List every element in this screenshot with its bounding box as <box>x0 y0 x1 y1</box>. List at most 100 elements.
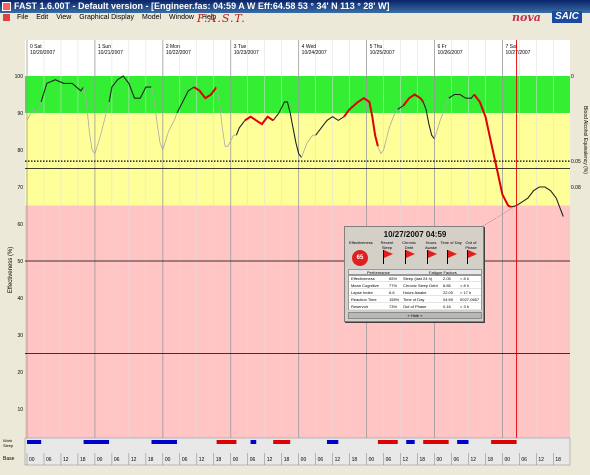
row-extra: < 3 h <box>460 304 470 309</box>
x-tick-label: 12 <box>199 457 205 463</box>
x-tick-label: 06 <box>114 457 120 463</box>
row-name: Reaction Time <box>351 297 377 302</box>
effectiveness-chart[interactable]: 0 Sat10/20/20071 Sun10/21/20072 Mon10/22… <box>0 24 590 475</box>
x-tick-label: 18 <box>284 457 290 463</box>
flag-icon <box>467 250 477 264</box>
y-tick-label: 70 <box>17 185 23 191</box>
x-tick-label: 00 <box>437 457 443 463</box>
table-row: Reaction Time 155% Time of Day 04:59 002… <box>349 297 481 303</box>
x-tick-label: 00 <box>97 457 103 463</box>
y2-tick-label: 0 <box>571 74 574 80</box>
menu-model[interactable]: Model <box>139 13 164 23</box>
x-tick-label: 18 <box>352 457 358 463</box>
sleep-bar <box>216 440 237 444</box>
x-tick-label: 18 <box>148 457 154 463</box>
hide-button[interactable]: » Hide « <box>348 312 482 319</box>
factors-table: Effectiveness 65% Sleep (last 24 h) 2.05… <box>348 275 482 310</box>
x-tick-label: 00 <box>29 457 35 463</box>
x-tick-label: 00 <box>165 457 171 463</box>
row-factor: Out of Phase <box>403 304 427 309</box>
flag-label-out-of-phase: Out of Phase <box>465 240 477 250</box>
flag-icon <box>447 250 457 264</box>
x-tick-label: 12 <box>403 457 409 463</box>
date-label: 10/21/2007 <box>98 50 123 56</box>
y-tick-label: 80 <box>17 148 23 154</box>
x-tick-label: 12 <box>267 457 273 463</box>
y-tick-label: 100 <box>15 74 24 80</box>
x-tick-label: 06 <box>318 457 324 463</box>
x-tick-label: 00 <box>233 457 239 463</box>
x-tick-label: 06 <box>182 457 188 463</box>
sleep-bar <box>250 440 257 444</box>
row-factor-value: 0.16 <box>443 304 451 309</box>
window-titlebar[interactable]: FAST 1.6.00T - Default version - [Engine… <box>0 0 590 13</box>
sleep-bar <box>326 440 339 444</box>
flag-label-chronic-debt: Chronic Debt <box>402 240 416 250</box>
row-name: Mean Cognitive <box>351 283 379 288</box>
x-tick-label: 06 <box>46 457 52 463</box>
row-name: Lapse Index <box>351 290 373 295</box>
y-tick-label: 30 <box>17 333 23 339</box>
y-tick-label: 60 <box>17 222 23 228</box>
flag-label-hours-awake: Hours Awake <box>425 240 437 250</box>
sleep-bar <box>273 440 291 444</box>
table-row: Mean Cognitive 77% Chronic Sleep Debt 8.… <box>349 283 481 289</box>
date-label: 10/25/2007 <box>370 50 395 56</box>
menu-graphical-display[interactable]: Graphical Display <box>76 13 137 23</box>
date-label: 10/20/2007 <box>30 50 55 56</box>
x-tick-label: 18 <box>487 457 493 463</box>
popup-title: 10/27/2007 04:59 <box>383 230 447 239</box>
menu-view[interactable]: View <box>53 13 74 23</box>
base-label: Base <box>3 456 15 462</box>
y-tick-label: 20 <box>17 370 23 376</box>
row-value: 77% <box>389 283 398 288</box>
status-popup: 10/27/2007 04:59 Effectiveness Recent Sl… <box>344 226 484 322</box>
y2-tick-label: 0.08 <box>571 185 581 191</box>
menu-window[interactable]: Window <box>166 13 197 23</box>
x-tick-label: 12 <box>538 457 544 463</box>
x-tick-label: 12 <box>63 457 69 463</box>
zone-pink <box>25 205 570 446</box>
x-tick-label: 12 <box>470 457 476 463</box>
effectiveness-badge: 65 <box>352 250 368 266</box>
date-label: 10/23/2007 <box>234 50 259 56</box>
nova-logo: nova <box>512 11 541 24</box>
sleep-bar <box>457 440 469 444</box>
window-title: FAST 1.6.00T - Default version - [Engine… <box>14 1 390 11</box>
row-value: 65% <box>389 276 398 281</box>
row-extra: > 17 h <box>460 290 472 295</box>
fast-application-window: FAST 1.6.00T - Default version - [Engine… <box>0 0 590 475</box>
sleep-bar <box>491 440 517 444</box>
sleep-bar <box>151 440 177 444</box>
x-tick-label: 18 <box>80 457 86 463</box>
menu-bar: File Edit View Graphical Display Model W… <box>0 13 590 23</box>
row-factor-value: 2.05 <box>443 276 451 281</box>
date-label: 10/22/2007 <box>166 50 191 56</box>
flag-icon <box>427 250 437 264</box>
flag-label-recent-sleep: Recent Sleep <box>380 240 394 250</box>
app-icon <box>2 2 11 11</box>
row-factor: Time of Day <box>403 297 425 302</box>
sleep-bar <box>27 440 42 444</box>
flag-icon <box>405 250 415 264</box>
row-value: 73% <box>389 304 398 309</box>
y-tick-label: 90 <box>17 111 23 117</box>
sleep-bar <box>423 440 449 444</box>
y-tick-label: 40 <box>17 296 23 302</box>
y-axis-label: Effectiveness (%) <box>8 247 14 294</box>
document-icon[interactable] <box>3 14 10 21</box>
row-extra: > 8 h <box>460 283 470 288</box>
x-tick-label: 18 <box>420 457 426 463</box>
row-factor: Hours Awake <box>403 290 427 295</box>
menu-file[interactable]: File <box>14 13 31 23</box>
date-label: 10/26/2007 <box>438 50 463 56</box>
menu-edit[interactable]: Edit <box>33 13 51 23</box>
date-label: 10/27/2007 <box>505 50 530 56</box>
x-tick-label: 06 <box>521 457 527 463</box>
row-factor-value: 8.85 <box>443 283 451 288</box>
y2-tick-label: 0.05 <box>571 159 581 165</box>
row-factor-value: 22.00 <box>443 290 454 295</box>
y-tick-label: 50 <box>17 259 23 265</box>
date-label: 10/24/2007 <box>302 50 327 56</box>
saic-logo: SAIC <box>552 11 582 23</box>
